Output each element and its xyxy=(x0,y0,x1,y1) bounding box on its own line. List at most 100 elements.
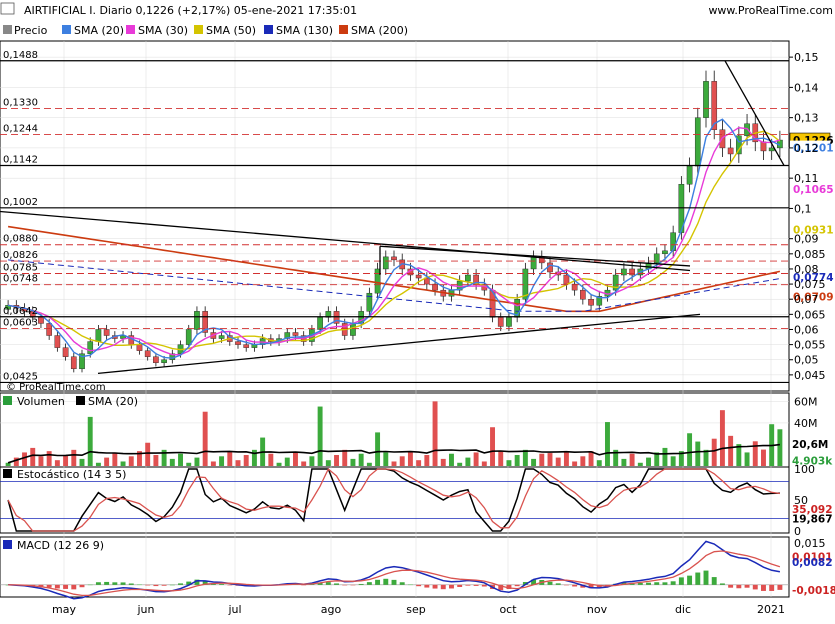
month-label: dic xyxy=(675,603,691,616)
volume-bar xyxy=(646,457,651,466)
volume-bar xyxy=(95,462,101,466)
candle-body xyxy=(382,256,389,270)
price-tick-label: 0,05 xyxy=(794,354,819,367)
site-url[interactable]: www.ProRealTime.com xyxy=(708,4,833,17)
price-tick-label: 0,07 xyxy=(794,293,819,306)
candle-body xyxy=(744,123,750,137)
volume-bar xyxy=(506,460,512,466)
volume-bar xyxy=(687,433,693,466)
price-tick-label: 0,15 xyxy=(794,51,819,64)
volume-bar xyxy=(465,457,471,466)
chart-canvas[interactable]: AIRTIFICIAL I. Diario 0,1226 (+2,17%) 05… xyxy=(0,0,835,620)
candle-body xyxy=(136,344,143,351)
macd-histogram-bar xyxy=(465,584,471,586)
volume-bar xyxy=(325,460,331,466)
stoch-tick-label: 50 xyxy=(794,494,808,507)
volume-bar xyxy=(563,452,569,466)
volume-bar xyxy=(695,441,701,466)
instrument-icon[interactable] xyxy=(0,2,15,15)
volume-bar xyxy=(752,441,758,466)
candle-body xyxy=(530,256,537,270)
chart-window: AIRTIFICIAL I. Diario 0,1226 (+2,17%) 05… xyxy=(0,0,835,620)
volume-bar xyxy=(481,461,487,466)
macd-histogram-bar xyxy=(432,584,438,589)
candle-body xyxy=(350,323,356,336)
level-label: 0,0826 xyxy=(3,250,38,261)
volume-bar xyxy=(416,460,422,466)
volume-bar xyxy=(539,453,545,466)
volume-bar xyxy=(194,457,200,466)
macd-tick-label: 0,015 xyxy=(794,537,826,550)
stoch-badge: 19,867 xyxy=(792,514,833,526)
volume-bar xyxy=(71,449,77,466)
macd-histogram-bar xyxy=(703,570,709,585)
volume-bar xyxy=(309,456,315,466)
month-label: jun xyxy=(137,603,155,616)
volume-bar xyxy=(79,458,85,466)
price-tick-label: 0,06 xyxy=(794,323,819,336)
macd-histogram-bar xyxy=(728,584,734,588)
level-label: 0,0748 xyxy=(3,274,38,285)
volume-bar xyxy=(555,457,561,466)
volume-bar xyxy=(87,416,93,466)
candle-body xyxy=(703,81,709,118)
price-tick-label: 0,13 xyxy=(794,112,819,125)
volume-bar xyxy=(210,461,216,466)
candle-body xyxy=(768,147,775,152)
macd-histogram-bar xyxy=(777,584,783,590)
macd-histogram-bar xyxy=(761,584,766,591)
candle-body xyxy=(194,311,200,330)
macd-histogram-bar xyxy=(563,584,569,586)
volume-bar xyxy=(169,458,175,466)
macd-histogram-bar xyxy=(383,578,389,585)
volume-bar xyxy=(120,461,126,466)
macd-histogram-bar xyxy=(711,577,717,585)
stoch-tick-label: 100 xyxy=(794,463,815,476)
macd-histogram-bar xyxy=(161,584,167,586)
macd-histogram-bar xyxy=(95,582,101,585)
volume-bar xyxy=(63,455,69,466)
volume-bar xyxy=(38,456,44,466)
macd-histogram-bar xyxy=(137,584,142,586)
level-label: 0,1488 xyxy=(3,50,38,61)
volume-tick-label: 60M xyxy=(794,395,818,408)
price-tick-label: 0,085 xyxy=(794,248,826,261)
macd-histogram-bar xyxy=(752,584,758,590)
level-label: 0,1330 xyxy=(3,98,38,109)
candle-body xyxy=(87,341,94,354)
macd-histogram-bar xyxy=(670,581,676,585)
volume-tick-label: 40M xyxy=(794,417,818,430)
candle-body xyxy=(95,329,102,342)
volume-bar xyxy=(227,451,233,466)
candle-body xyxy=(70,356,77,370)
watermark: © ProRealTime.com xyxy=(6,382,106,393)
volume-bar xyxy=(235,460,241,466)
candle-body xyxy=(621,268,627,276)
volume-bar xyxy=(22,452,27,466)
macd-histogram-bar xyxy=(79,584,85,588)
macd-histogram-bar xyxy=(87,584,93,586)
volume-bar xyxy=(596,460,602,466)
candle-body xyxy=(563,274,570,285)
legend-sma20: SMA (20) xyxy=(74,24,124,37)
macd-histogram-bar xyxy=(424,584,430,588)
volume-bar xyxy=(605,422,610,466)
price-tick-label: 0,09 xyxy=(794,233,819,246)
volume-bar xyxy=(777,429,783,466)
volume-bar xyxy=(522,449,528,466)
candle-body xyxy=(46,323,52,336)
volume-bar xyxy=(662,447,668,466)
price-tick-label: 0,08 xyxy=(794,263,819,276)
volume-bar xyxy=(637,462,643,466)
candle-body xyxy=(292,332,299,336)
macd-histogram-bar xyxy=(662,582,668,585)
candle-body xyxy=(62,347,69,357)
volume-bar xyxy=(514,455,520,466)
price-tick-label: 0,075 xyxy=(794,278,826,291)
candle-body xyxy=(153,356,159,363)
volume-bar xyxy=(711,438,717,466)
volume-bar xyxy=(531,458,537,466)
price-tick-label: 0,1 xyxy=(794,202,812,215)
volume-bar xyxy=(358,453,364,466)
macd-histogram-bar xyxy=(112,582,118,585)
